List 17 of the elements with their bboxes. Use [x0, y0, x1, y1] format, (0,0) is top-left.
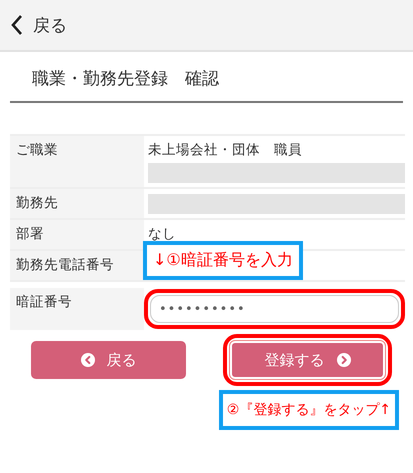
field-value: 未上場会社・団体 職員: [148, 142, 303, 159]
field-value: なし: [148, 226, 177, 243]
field-label: ご職業: [10, 136, 144, 187]
annotation-note: ↓①暗証番号を入力: [143, 241, 303, 280]
back-button[interactable]: 戻る: [31, 341, 186, 379]
field-label: 勤務先電話番号: [10, 251, 144, 280]
chevron-left-circle-icon: [80, 353, 94, 367]
field-label: 部署: [10, 220, 144, 249]
field-label: 暗証番号: [10, 288, 144, 330]
register-button[interactable]: 登録する: [230, 341, 385, 379]
chevron-right-circle-icon: [336, 353, 350, 367]
annotation-note: ②『登録する』をタップ↑: [218, 390, 399, 430]
page-title: 職業・勤務先登録 確認: [10, 67, 403, 103]
pin-input-field[interactable]: ••••••••••: [150, 295, 399, 323]
back-link[interactable]: 戻る: [0, 14, 67, 36]
chevron-left-icon: [10, 14, 24, 36]
field-label: 勤務先: [10, 189, 144, 218]
